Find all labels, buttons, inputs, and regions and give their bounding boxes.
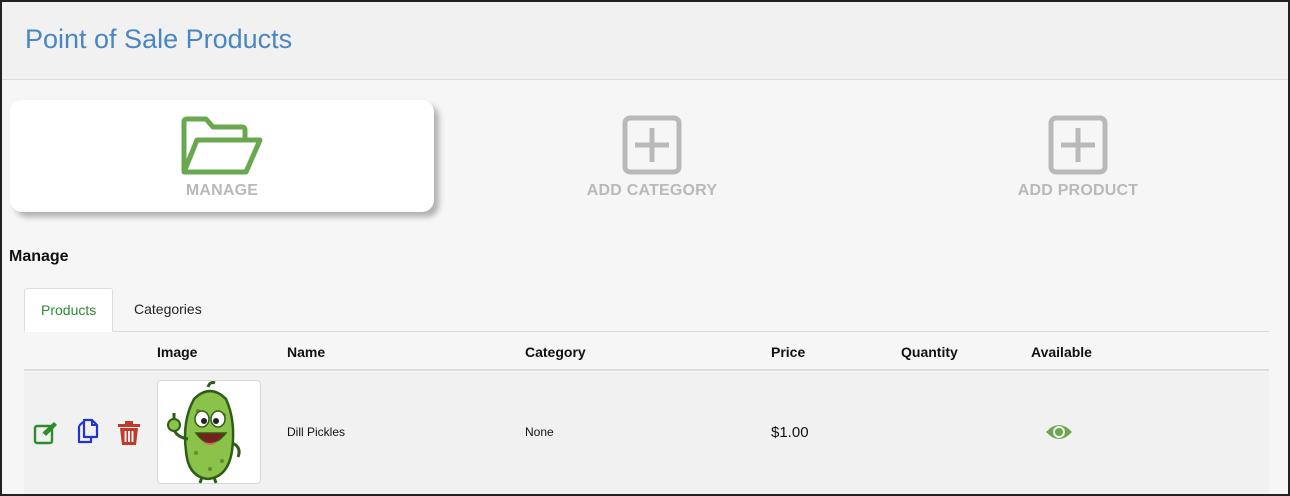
column-header-quantity: Quantity xyxy=(901,344,958,360)
tab-categories[interactable]: Categories xyxy=(118,288,218,331)
manage-label: MANAGE xyxy=(185,182,259,199)
eye-icon[interactable] xyxy=(1045,422,1073,442)
edit-icon[interactable] xyxy=(33,420,59,446)
folder-open-icon xyxy=(181,116,263,175)
plus-square-icon xyxy=(1048,115,1108,175)
tab-bar: Products Categories xyxy=(24,288,1269,332)
add-product-tile[interactable]: ADD PRODUCT xyxy=(866,100,1288,212)
column-header-image: Image xyxy=(157,344,198,360)
add-product-label: ADD PRODUCT xyxy=(1017,182,1139,199)
pickle-mascot-image xyxy=(167,381,241,484)
tab-products[interactable]: Products xyxy=(24,288,114,332)
duplicate-icon[interactable] xyxy=(75,418,101,444)
add-category-tile[interactable]: ADD CATEGORY xyxy=(440,100,864,212)
product-name: Dill Pickles xyxy=(287,425,346,439)
product-thumbnail[interactable] xyxy=(157,380,261,484)
add-category-label: ADD CATEGORY xyxy=(586,182,718,199)
page-title: Point of Sale Products xyxy=(25,24,293,54)
product-category: None xyxy=(525,425,554,439)
table-row: Dill Pickles None $1.00 xyxy=(24,372,1269,494)
table-header: Image Name Category Price Quantity Avail… xyxy=(24,333,1269,371)
section-title: Manage xyxy=(9,248,69,265)
page-header: Point of Sale Products xyxy=(2,2,1288,80)
manage-tile[interactable]: MANAGE xyxy=(10,100,434,212)
product-price: $1.00 xyxy=(771,424,809,441)
plus-square-icon xyxy=(622,115,682,175)
column-header-name: Name xyxy=(287,344,326,360)
trash-icon[interactable] xyxy=(116,420,142,446)
app-frame: Point of Sale Products MANAGE ADD CATEGO… xyxy=(0,0,1290,496)
column-header-available: Available xyxy=(1031,344,1092,360)
column-header-category: Category xyxy=(525,344,586,360)
column-header-price: Price xyxy=(771,344,806,360)
